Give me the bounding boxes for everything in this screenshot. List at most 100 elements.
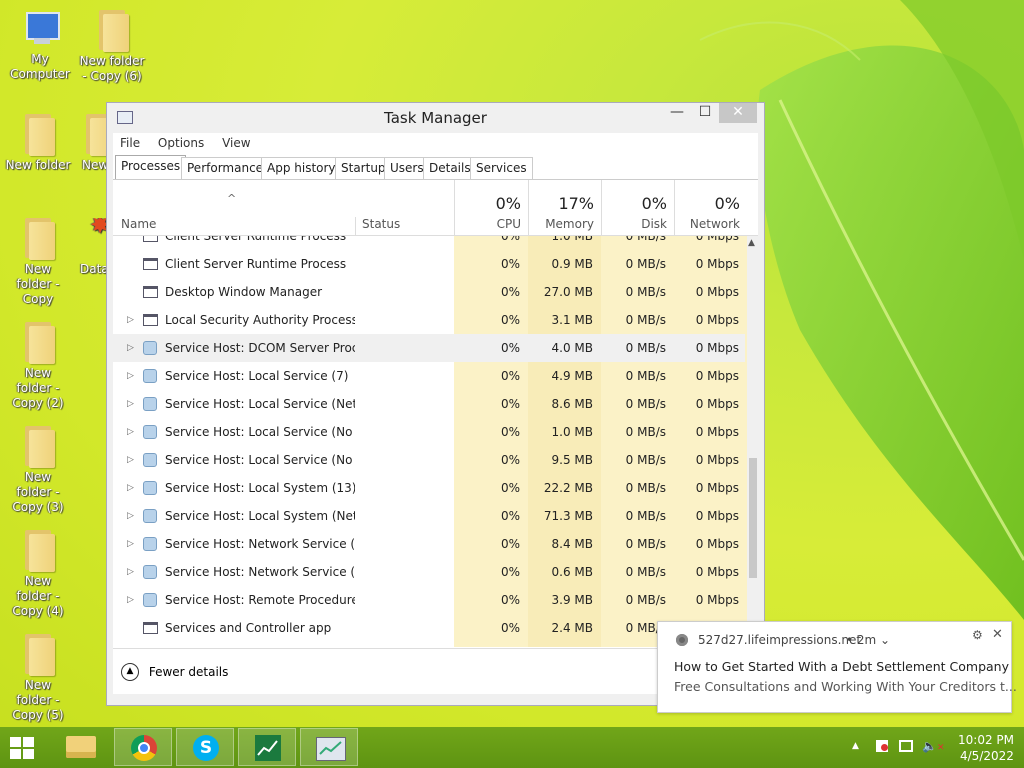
process-row[interactable]: ▷ Service Host: Local System (Net... 0% 71.… [113,502,745,530]
flag-icon[interactable] [876,740,888,752]
taskbar-task-manager[interactable] [300,728,358,766]
service-gear-icon [143,481,157,495]
minimize-button[interactable]: — [663,103,691,123]
process-memory: 1.0 MB [551,425,593,439]
expand-chevron-icon[interactable]: ▷ [127,586,134,614]
network-icon[interactable] [899,740,913,752]
process-row[interactable]: Desktop Window Manager 0% 27.0 MB 0 MB/s 0 M… [113,278,745,306]
folder-icon [21,528,55,572]
taskbar-app[interactable] [238,728,296,766]
tab-services[interactable]: Services [470,157,533,179]
desktop-icon-data[interactable]: ✸ Data [76,218,106,277]
process-row[interactable]: ▷ Service Host: Local Service (7) 0% 4.9 MB… [113,362,745,390]
desktop-icon-folder[interactable]: New folder - Copy (2) [0,320,76,411]
expand-chevron-icon[interactable]: ▷ [127,390,134,418]
desktop-icon-folder[interactable]: New folder - Copy [0,216,76,307]
expand-chevron-icon[interactable]: ▷ [127,558,134,586]
fewer-details-button[interactable]: ▲ Fewer details [121,663,228,683]
menu-view[interactable]: View [215,133,257,153]
process-row[interactable]: ▷ Service Host: Local System (13) 0% 22.2 M… [113,474,745,502]
process-network: 0 Mbps [695,425,739,439]
process-row[interactable]: ▷ Service Host: Network Service (4) 0% 8.4 … [113,530,745,558]
task-manager-icon [316,737,346,761]
expand-chevron-icon[interactable]: ▷ [127,334,134,362]
start-button[interactable] [8,735,38,761]
process-disk: 0 MB/s [625,236,666,243]
desktop-icon-folder[interactable]: New folder - Copy (5) [0,632,76,723]
process-row[interactable]: ▷ Service Host: DCOM Server Proc... 0% 4.0 … [113,334,745,362]
column-name[interactable]: Name [121,217,156,231]
process-cpu: 0% [500,369,520,383]
scrollbar-thumb[interactable] [749,458,757,578]
process-network: 0 Mbps [695,593,739,607]
title-bar[interactable]: Task Manager — ☐ ✕ [107,103,764,133]
column-memory[interactable]: 17% Memory [528,180,602,235]
chevron-up-icon: ▲ [121,663,139,681]
menu-file[interactable]: File [113,133,147,153]
process-row[interactable]: Client Server Runtime Process 0% 0.9 MB 0 M… [113,250,745,278]
tab-performance[interactable]: Performance [181,157,270,179]
process-disk: 0 MB/s [625,397,666,411]
scroll-up-icon[interactable]: ▲ [748,238,755,248]
network-total: 0% [714,194,740,213]
expand-chevron-icon[interactable]: ▷ [127,362,134,390]
expand-chevron-icon[interactable]: ▷ [127,474,134,502]
process-cpu: 0% [500,313,520,327]
tab-app-history[interactable]: App history [261,157,342,179]
vertical-scrollbar[interactable]: ▲ [747,236,759,647]
process-row[interactable]: Client Server Runtime Process 0% 1.0 MB 0 M… [113,236,745,250]
process-row[interactable]: ▷ Local Security Authority Process... 0% 3.… [113,306,745,334]
process-row[interactable]: ▷ Service Host: Local Service (Net... 0% 8.… [113,390,745,418]
expand-chevron-icon[interactable]: ▷ [127,418,134,446]
desktop-icon-folder[interactable]: New folder [0,112,76,173]
desktop-icon-folder[interactable]: New folder - Copy (6) [74,8,150,84]
maximize-button[interactable]: ☐ [691,103,719,123]
close-button[interactable]: ✕ [719,103,757,123]
column-network[interactable]: 0% Network [674,180,748,235]
desktop-icon-label: New folder - Copy (3) [12,470,64,514]
close-icon[interactable]: ✕ [992,627,1003,642]
process-network: 0 Mbps [695,397,739,411]
process-row[interactable]: Services and Controller app 0% 2.4 MB 0 MB/… [113,614,745,642]
process-cpu: 0% [500,453,520,467]
taskbar-file-explorer[interactable] [52,728,110,766]
expand-chevron-icon[interactable]: ▷ [127,502,134,530]
process-network: 0 Mbps [695,341,739,355]
process-network: 0 Mbps [695,369,739,383]
tab-processes[interactable]: Processes [115,155,187,179]
process-cpu: 0% [500,236,520,243]
column-disk[interactable]: 0% Disk [601,180,675,235]
expand-chevron-icon[interactable]: ▷ [127,306,134,334]
process-disk: 0 MB/s [625,453,666,467]
process-memory: 22.2 MB [543,481,593,495]
desktop-icon-folder[interactable]: New [72,112,106,173]
process-row[interactable]: ▷ Service Host: Remote Procedure... 0% 3.9 … [113,586,745,614]
gear-icon[interactable]: ⚙ [972,628,983,642]
process-memory: 3.1 MB [551,313,593,327]
process-row[interactable]: ▷ Service Host: Network Service (... 0% 0.6… [113,558,745,586]
process-disk: 0 MB/s [625,313,666,327]
desktop-icon-my-computer[interactable]: My Computer [2,8,78,82]
expand-chevron-icon[interactable]: ▷ [127,446,134,474]
volume-muted-icon[interactable]: 🔈✕ [922,739,945,753]
taskbar-chrome[interactable] [114,728,172,766]
column-cpu[interactable]: 0% CPU [454,180,529,235]
desktop-icon-label: My Computer [10,52,70,81]
desktop-icon-folder[interactable]: New folder - Copy (4) [0,528,76,619]
tab-details[interactable]: Details [423,157,477,179]
clock-time[interactable]: 10:02 PM [958,733,1014,747]
expand-chevron-icon[interactable]: ▷ [127,530,134,558]
column-status[interactable]: Status [355,217,400,235]
tray-overflow-icon[interactable]: ▲ [852,741,859,751]
taskbar-skype[interactable]: S [176,728,234,766]
file-explorer-icon [66,736,96,758]
notification-toast[interactable]: 527d27.lifeimpressions.net • 2m ⌄ ⚙ ✕ Ho… [657,621,1017,713]
menu-options[interactable]: Options [151,133,211,153]
desktop-icon-folder[interactable]: New folder - Copy (3) [0,424,76,515]
process-cpu: 0% [500,257,520,271]
process-memory: 1.0 MB [551,236,593,243]
process-row[interactable]: ▷ Service Host: Local Service (No I... 0% 1… [113,418,745,446]
process-memory: 8.4 MB [551,537,593,551]
clock-date[interactable]: 4/5/2022 [960,749,1014,763]
process-row[interactable]: ▷ Service Host: Local Service (No ... 0% 9.… [113,446,745,474]
